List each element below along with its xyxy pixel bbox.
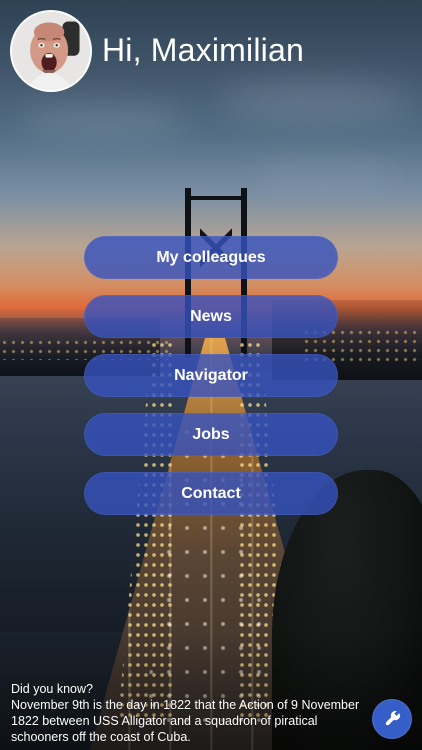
home-screen: Hi, Maximilian My colleagues News Naviga… <box>0 0 422 750</box>
background-cloud <box>18 104 188 138</box>
did-you-know-section: Did you know? November 9th is the day in… <box>11 681 371 745</box>
did-you-know-title: Did you know? <box>11 682 93 696</box>
background-cloud <box>250 160 400 188</box>
contact-button[interactable]: Contact <box>84 472 338 515</box>
my-colleagues-button[interactable]: My colleagues <box>84 236 338 279</box>
navigator-button[interactable]: Navigator <box>84 354 338 397</box>
profile-photo-icon <box>12 12 90 90</box>
jobs-button[interactable]: Jobs <box>84 413 338 456</box>
wrench-icon <box>385 710 401 726</box>
greeting-title: Hi, Maximilian <box>102 32 304 68</box>
settings-button[interactable] <box>372 699 412 739</box>
did-you-know-text: November 9th is the day in 1822 that the… <box>11 698 360 744</box>
avatar[interactable] <box>10 10 92 92</box>
background-cloud <box>220 78 410 122</box>
news-button[interactable]: News <box>84 295 338 338</box>
